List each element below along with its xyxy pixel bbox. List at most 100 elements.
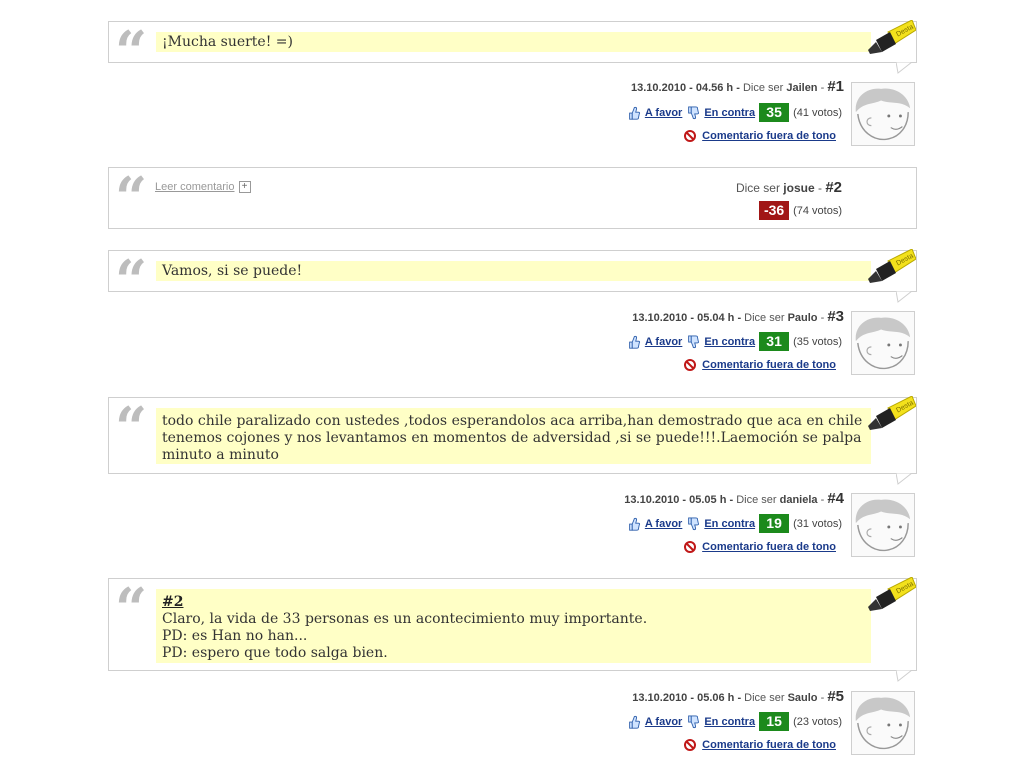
dice-ser-label: Dice ser: [744, 312, 785, 324]
vote-against-link[interactable]: En contra: [704, 716, 755, 728]
comment-user: Saulo: [787, 692, 818, 704]
avatar: [851, 493, 915, 557]
thumbs-down-icon[interactable]: [686, 105, 700, 121]
comment-text: #2 Claro, la vida de 33 personas es un a…: [156, 589, 871, 663]
vote-count: (74 votos): [793, 204, 842, 217]
dice-ser-label: Dice ser: [735, 181, 780, 195]
quote-icon: “: [115, 19, 147, 85]
comment-text: ¡Mucha suerte! =): [156, 32, 871, 52]
highlighter-icon: [867, 20, 916, 55]
score-badge: 19: [759, 514, 790, 533]
comment-date: 13.10.2010 - 04.56 h -: [631, 82, 743, 94]
comment-line: PD: es Han no han...: [162, 628, 308, 644]
comment-number: #2: [825, 179, 842, 196]
comment-text: todo chile paralizado con ustedes ,todos…: [156, 408, 871, 464]
quote-icon: “: [115, 576, 147, 642]
comment-text: Vamos, si se puede!: [156, 261, 871, 281]
report-row: Comentario fuera de tono: [684, 359, 836, 371]
highlighter-icon: [867, 577, 916, 612]
thumbs-up-icon[interactable]: [627, 334, 641, 350]
report-offtone-link[interactable]: Comentario fuera de tono: [702, 130, 836, 142]
vote-row: A favor En contra 19 (31 votos): [627, 514, 842, 533]
vote-count: (41 votos): [793, 106, 842, 119]
comment-number: #3: [827, 308, 844, 325]
vote-count: (23 votos): [793, 715, 842, 728]
vote-row: -36 (74 votos): [759, 201, 842, 220]
vote-row: A favor En contra 31 (35 votos): [627, 332, 842, 351]
vote-favor-link[interactable]: A favor: [645, 107, 683, 119]
vote-row: A favor En contra 15 (23 votos): [627, 712, 842, 731]
thumbs-down-icon[interactable]: [686, 714, 700, 730]
quote-icon: “: [115, 165, 147, 231]
bubble-tail: [896, 62, 912, 74]
comment-line: PD: espero que todo salga bien.: [162, 645, 388, 661]
report-row: Comentario fuera de tono: [684, 739, 836, 751]
comment-box: “ Leer comentario + Dice ser josue - #2 -…: [108, 167, 917, 229]
report-offtone-link[interactable]: Comentario fuera de tono: [702, 359, 836, 371]
no-entry-icon[interactable]: [684, 130, 697, 142]
no-entry-icon[interactable]: [684, 739, 697, 751]
report-row: Comentario fuera de tono: [684, 130, 836, 142]
highlighter-icon: [867, 249, 916, 284]
comment-box: “ todo chile paralizado con ustedes ,tod…: [108, 395, 917, 474]
comment-meta: 13.10.2010 - 05.04 h - Dice ser Paulo - …: [632, 308, 844, 325]
expand-plus-icon[interactable]: +: [238, 181, 251, 194]
avatar: [851, 82, 915, 146]
no-entry-icon[interactable]: [684, 541, 697, 553]
avatar: [851, 691, 915, 755]
dice-ser-label: Dice ser: [736, 494, 777, 506]
vote-against-link[interactable]: En contra: [704, 336, 755, 348]
comment-meta: 13.10.2010 - 04.56 h - Dice ser Jailen -…: [631, 78, 844, 95]
read-comment-link[interactable]: Leer comentario +: [155, 181, 251, 194]
comment-meta: 13.10.2010 - 05.06 h - Dice ser Saulo - …: [632, 688, 844, 705]
vote-against-link[interactable]: En contra: [704, 107, 755, 119]
report-row: Comentario fuera de tono: [684, 541, 836, 553]
vote-favor-link[interactable]: A favor: [645, 716, 683, 728]
report-offtone-link[interactable]: Comentario fuera de tono: [702, 541, 836, 553]
vote-favor-link[interactable]: A favor: [645, 518, 683, 530]
comment-meta: Dice ser josue - #2: [735, 179, 842, 196]
comment-date: 13.10.2010 - 05.04 h -: [632, 312, 745, 324]
comment-user: Jailen: [786, 82, 818, 94]
bubble-tail: [896, 473, 912, 485]
comment-date: 13.10.2010 - 05.06 h -: [632, 692, 745, 704]
vote-favor-link[interactable]: A favor: [645, 336, 683, 348]
thumbs-up-icon[interactable]: [627, 516, 641, 532]
score-badge: 15: [759, 712, 790, 731]
score-badge: -36: [759, 201, 790, 220]
quote-icon: “: [115, 248, 147, 314]
comment-meta: 13.10.2010 - 05.05 h - Dice ser daniela …: [624, 490, 844, 507]
comment-date: 13.10.2010 - 05.05 h -: [624, 494, 737, 506]
score-badge: 35: [759, 103, 790, 122]
avatar: [851, 311, 915, 375]
comment-user: daniela: [779, 494, 818, 506]
thumbs-down-icon[interactable]: [686, 516, 700, 532]
highlighter-icon: [867, 396, 916, 431]
score-badge: 31: [759, 332, 790, 351]
vote-against-link[interactable]: En contra: [704, 518, 755, 530]
comment-user: Paulo: [787, 312, 818, 324]
comment-box: “ #2 Claro, la vida de 33 personas es un…: [108, 576, 917, 671]
comment-number: #4: [827, 490, 844, 507]
vote-count: (35 votos): [793, 335, 842, 348]
report-offtone-link[interactable]: Comentario fuera de tono: [702, 739, 836, 751]
thumbs-up-icon[interactable]: [627, 105, 641, 121]
comment-number: #1: [827, 78, 844, 95]
dice-ser-label: Dice ser: [742, 82, 784, 94]
comment-user: josue: [783, 181, 815, 195]
comment-box: “ ¡Mucha suerte! =): [108, 20, 917, 80]
comment-number: #5: [827, 688, 844, 705]
thumbs-down-icon[interactable]: [686, 334, 700, 350]
quote-icon: “: [115, 395, 147, 461]
comment-box: “ Vamos, si se puede!: [108, 249, 917, 309]
bubble-tail: [896, 670, 912, 682]
thumbs-up-icon[interactable]: [627, 714, 641, 730]
read-comment-label[interactable]: Leer comentario: [155, 181, 235, 193]
comment-line: Claro, la vida de 33 personas es un acon…: [162, 611, 648, 627]
reply-reference-link[interactable]: #2: [162, 594, 866, 611]
bubble-tail: [896, 291, 912, 303]
no-entry-icon[interactable]: [684, 359, 697, 371]
dice-ser-label: Dice ser: [744, 692, 785, 704]
vote-count: (31 votos): [793, 517, 842, 530]
vote-row: A favor En contra 35 (41 votos): [627, 103, 842, 122]
